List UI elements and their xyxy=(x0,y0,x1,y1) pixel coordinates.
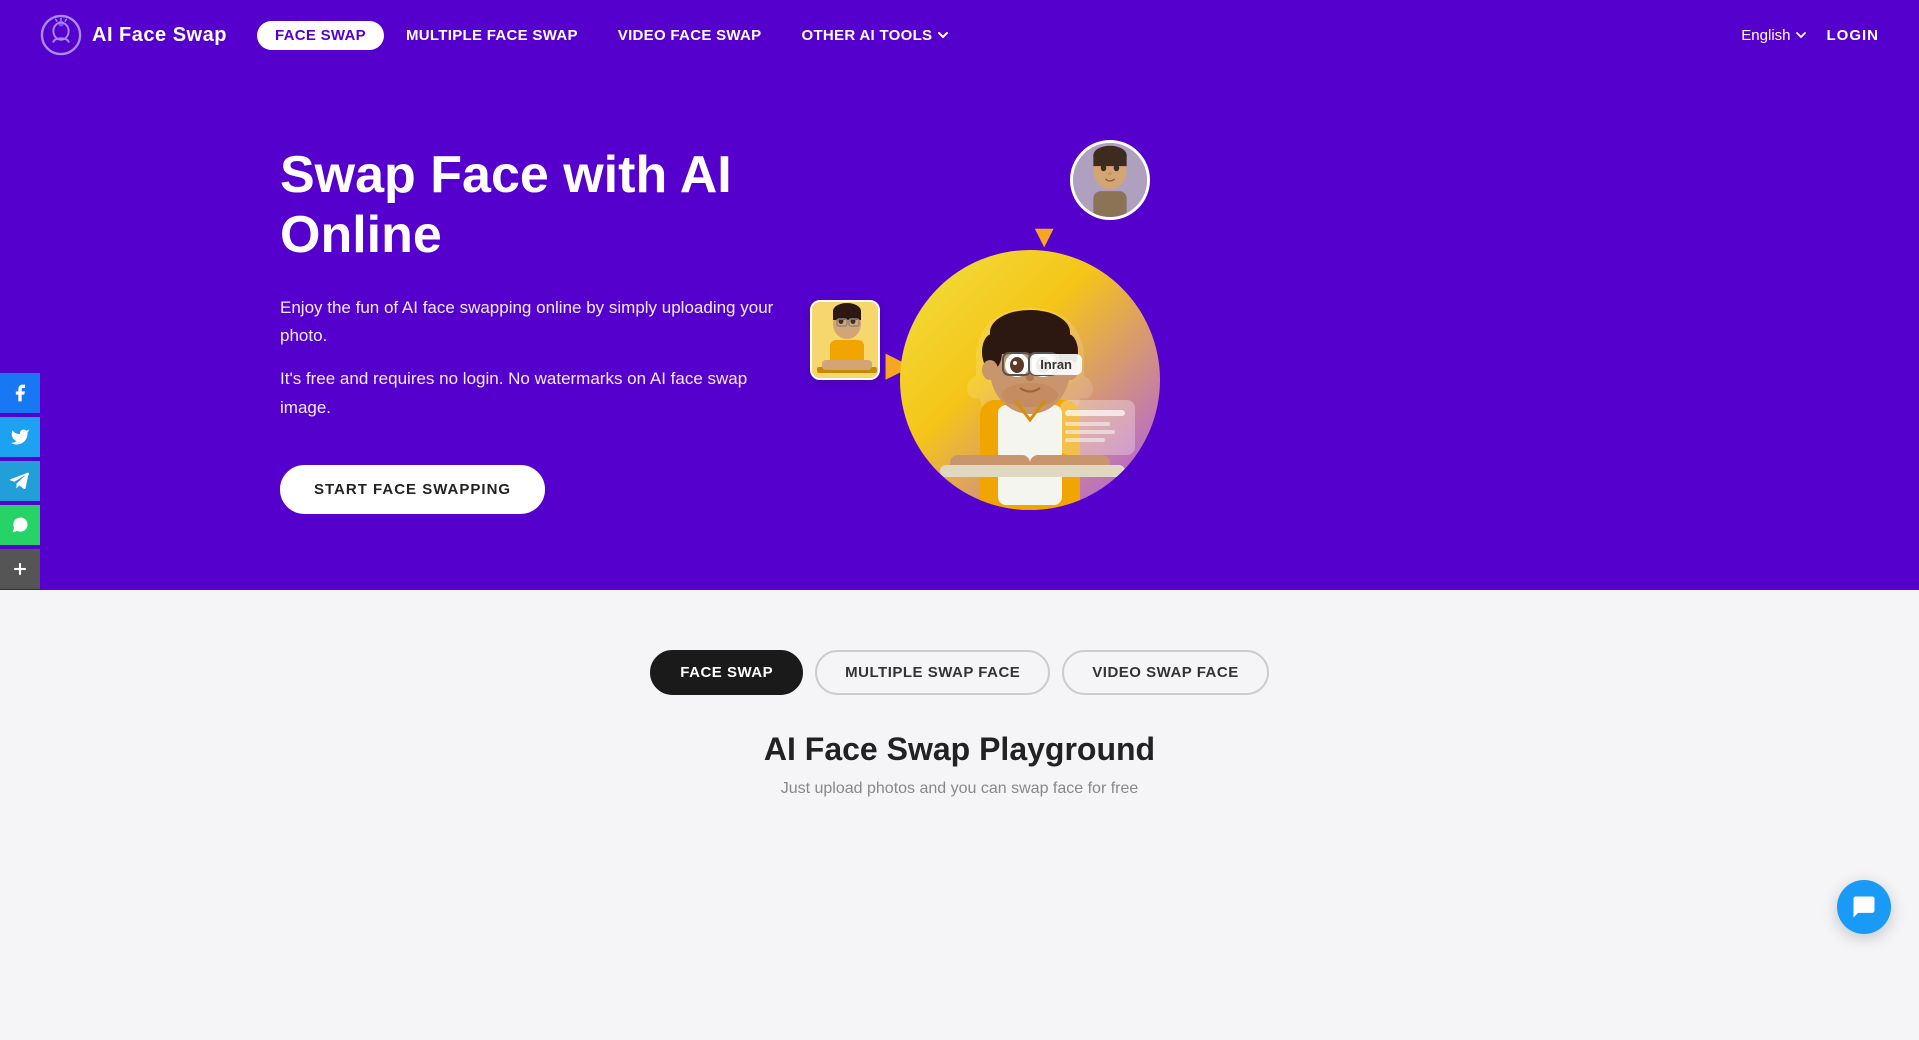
headshot-top-right xyxy=(1070,140,1150,220)
login-button[interactable]: LOGIN xyxy=(1827,27,1880,44)
nav-right: English LOGIN xyxy=(1741,27,1879,44)
language-selector[interactable]: English xyxy=(1741,27,1806,44)
lang-chevron-icon xyxy=(1795,29,1807,41)
tabs-row: FACE SWAP MULTIPLE SWAP FACE VIDEO SWAP … xyxy=(650,650,1268,695)
tab-video-swap[interactable]: VIDEO SWAP FACE xyxy=(1062,650,1268,695)
social-telegram[interactable] xyxy=(0,461,40,501)
hero-title: Swap Face with AI Online xyxy=(280,146,800,266)
logo-icon xyxy=(40,14,82,56)
nav-link-face-swap[interactable]: FACE SWAP xyxy=(257,21,384,50)
chat-icon xyxy=(1850,893,1878,921)
social-sidebar xyxy=(0,373,40,589)
nav-link-video-face-swap[interactable]: VIDEO FACE SWAP xyxy=(600,21,780,50)
navbar: AI Face Swap FACE SWAP MULTIPLE FACE SWA… xyxy=(0,0,1919,70)
nav-links: FACE SWAP MULTIPLE FACE SWAP VIDEO FACE … xyxy=(257,21,1741,50)
chat-support-button[interactable] xyxy=(1837,880,1891,934)
main-face-circle xyxy=(900,250,1160,510)
nav-link-other-ai-tools[interactable]: OTHER AI TOOLS xyxy=(783,21,968,50)
chevron-down-icon xyxy=(936,28,950,42)
brand-name: AI Face Swap xyxy=(92,24,227,47)
social-facebook[interactable] xyxy=(0,373,40,413)
face-card-left xyxy=(810,300,880,380)
tab-multiple-swap[interactable]: MULTIPLE SWAP FACE xyxy=(815,650,1050,695)
social-more[interactable] xyxy=(0,549,40,589)
hero-illustration: ▼ xyxy=(800,130,1160,530)
nav-link-multiple-face-swap[interactable]: MULTIPLE FACE SWAP xyxy=(388,21,596,50)
social-twitter[interactable] xyxy=(0,417,40,457)
lower-section: FACE SWAP MULTIPLE SWAP FACE VIDEO SWAP … xyxy=(0,590,1919,1040)
headshot-face-svg xyxy=(1073,140,1147,220)
hero-desc1: Enjoy the fun of AI face swapping online… xyxy=(280,294,800,352)
section-title: AI Face Swap Playground xyxy=(764,731,1155,768)
start-face-swapping-button[interactable]: START FACE SWAPPING xyxy=(280,465,545,514)
hero-content: Swap Face with AI Online Enjoy the fun o… xyxy=(280,146,800,514)
arrow-down-icon: ▼ xyxy=(1028,220,1060,252)
face-card-svg xyxy=(812,302,880,380)
section-subtitle: Just upload photos and you can swap face… xyxy=(781,780,1139,798)
hero-desc2: It's free and requires no login. No wate… xyxy=(280,365,800,423)
tab-face-swap[interactable]: FACE SWAP xyxy=(650,650,803,695)
name-label: Inran xyxy=(1030,354,1082,375)
social-whatsapp[interactable] xyxy=(0,505,40,545)
hero-section: Swap Face with AI Online Enjoy the fun o… xyxy=(0,70,1919,590)
main-person-svg xyxy=(910,270,1150,510)
brand-logo[interactable]: AI Face Swap xyxy=(40,14,227,56)
